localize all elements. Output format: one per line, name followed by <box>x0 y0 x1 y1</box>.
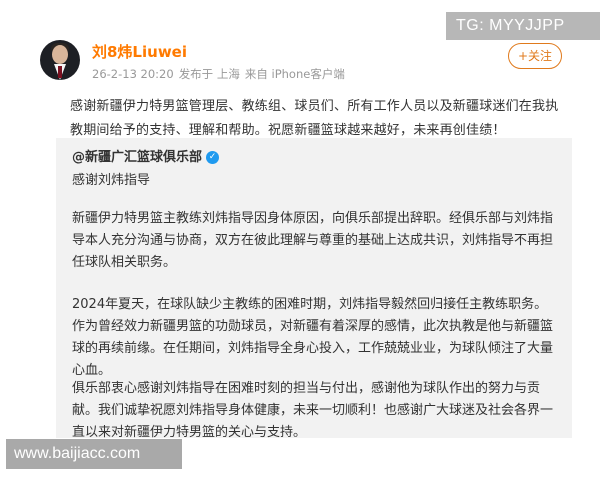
post-username[interactable]: 刘8炜Liuwei <box>92 41 187 62</box>
post-body-text: 感谢新疆伊力特男篮管理层、教练组、球员们、所有工作人员以及新疆球迷们在我执教期间… <box>70 99 559 138</box>
repost-paragraph: 2024年夏天，在球队缺少主教练的困难时期，刘炜指导毅然回归接任主教练职务。作为… <box>72 297 554 378</box>
repost-source: @新疆广汇篮球俱乐部 ✓ <box>72 146 220 165</box>
post-location: 发布于 上海 <box>178 67 240 81</box>
avatar-face <box>52 45 68 64</box>
follow-button[interactable]: +关注 <box>508 43 562 69</box>
post-meta: 26-2-13 20:20 发布于 上海 来自 iPhone客户端 <box>92 66 345 82</box>
repost-source-name[interactable]: @新疆广汇篮球俱乐部 <box>72 150 202 165</box>
watermark-top-right: TG: MYYJJPP <box>446 12 600 40</box>
post-time: 26-2-13 20:20 <box>92 67 174 81</box>
avatar[interactable] <box>40 40 80 80</box>
watermark-bottom-left: www.baijiacc.com <box>6 439 182 469</box>
avatar-tie <box>58 66 62 78</box>
repost-paragraph: 新疆伊力特男篮主教练刘炜指导因身体原因，向俱乐部提出辞职。经俱乐部与刘炜指导本人… <box>72 211 554 270</box>
repost-paragraph: 感谢刘炜指导 <box>72 173 151 188</box>
repost-paragraph: 俱乐部衷心感谢刘炜指导在困难时刻的担当与付出，感谢他为球队作出的努力与贡献。我们… <box>72 381 554 440</box>
verified-check-icon: ✓ <box>206 151 220 164</box>
repost-card[interactable]: @新疆广汇篮球俱乐部 ✓ 感谢刘炜指导 新疆伊力特男篮主教练刘炜指导因身体原因，向… <box>56 138 572 440</box>
post-device: 来自 iPhone客户端 <box>244 67 345 81</box>
